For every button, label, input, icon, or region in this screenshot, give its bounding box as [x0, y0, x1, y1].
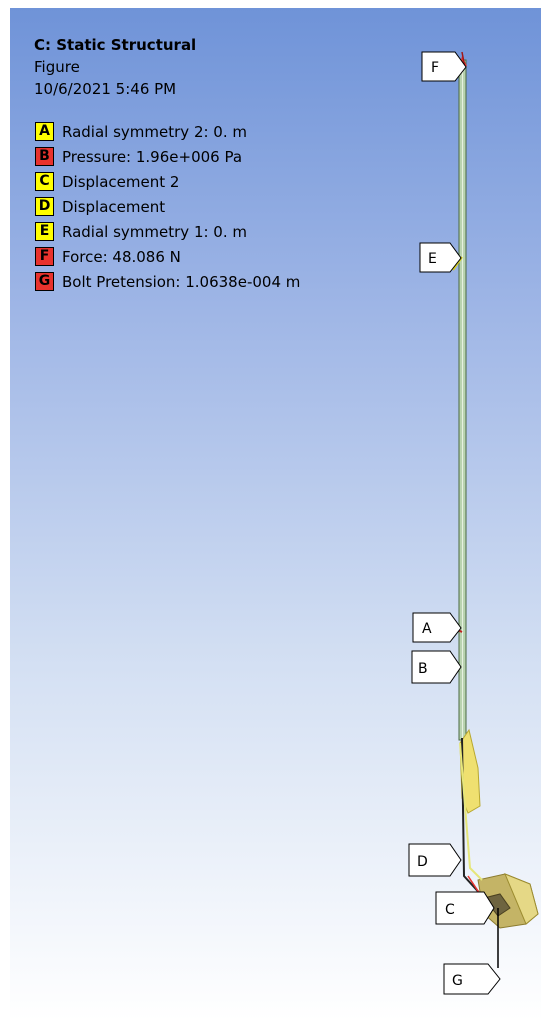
- tag-a[interactable]: A: [412, 612, 462, 643]
- tag-f-letter: F: [431, 60, 439, 76]
- tag-d[interactable]: D: [408, 843, 462, 877]
- tag-a-letter: A: [422, 621, 432, 637]
- tag-b-letter: B: [418, 661, 428, 677]
- graphics-viewport[interactable]: C: Static Structural Figure 10/6/2021 5:…: [10, 8, 541, 1021]
- model-view[interactable]: F E A B D C G: [10, 8, 541, 1021]
- shaft-body[interactable]: [458, 59, 467, 741]
- tag-c[interactable]: C: [435, 891, 495, 925]
- tag-b[interactable]: B: [411, 650, 462, 684]
- tag-e-letter: E: [428, 251, 437, 267]
- tag-g-letter: G: [452, 973, 463, 989]
- tag-c-letter: C: [445, 902, 455, 918]
- tag-d-letter: D: [417, 854, 428, 870]
